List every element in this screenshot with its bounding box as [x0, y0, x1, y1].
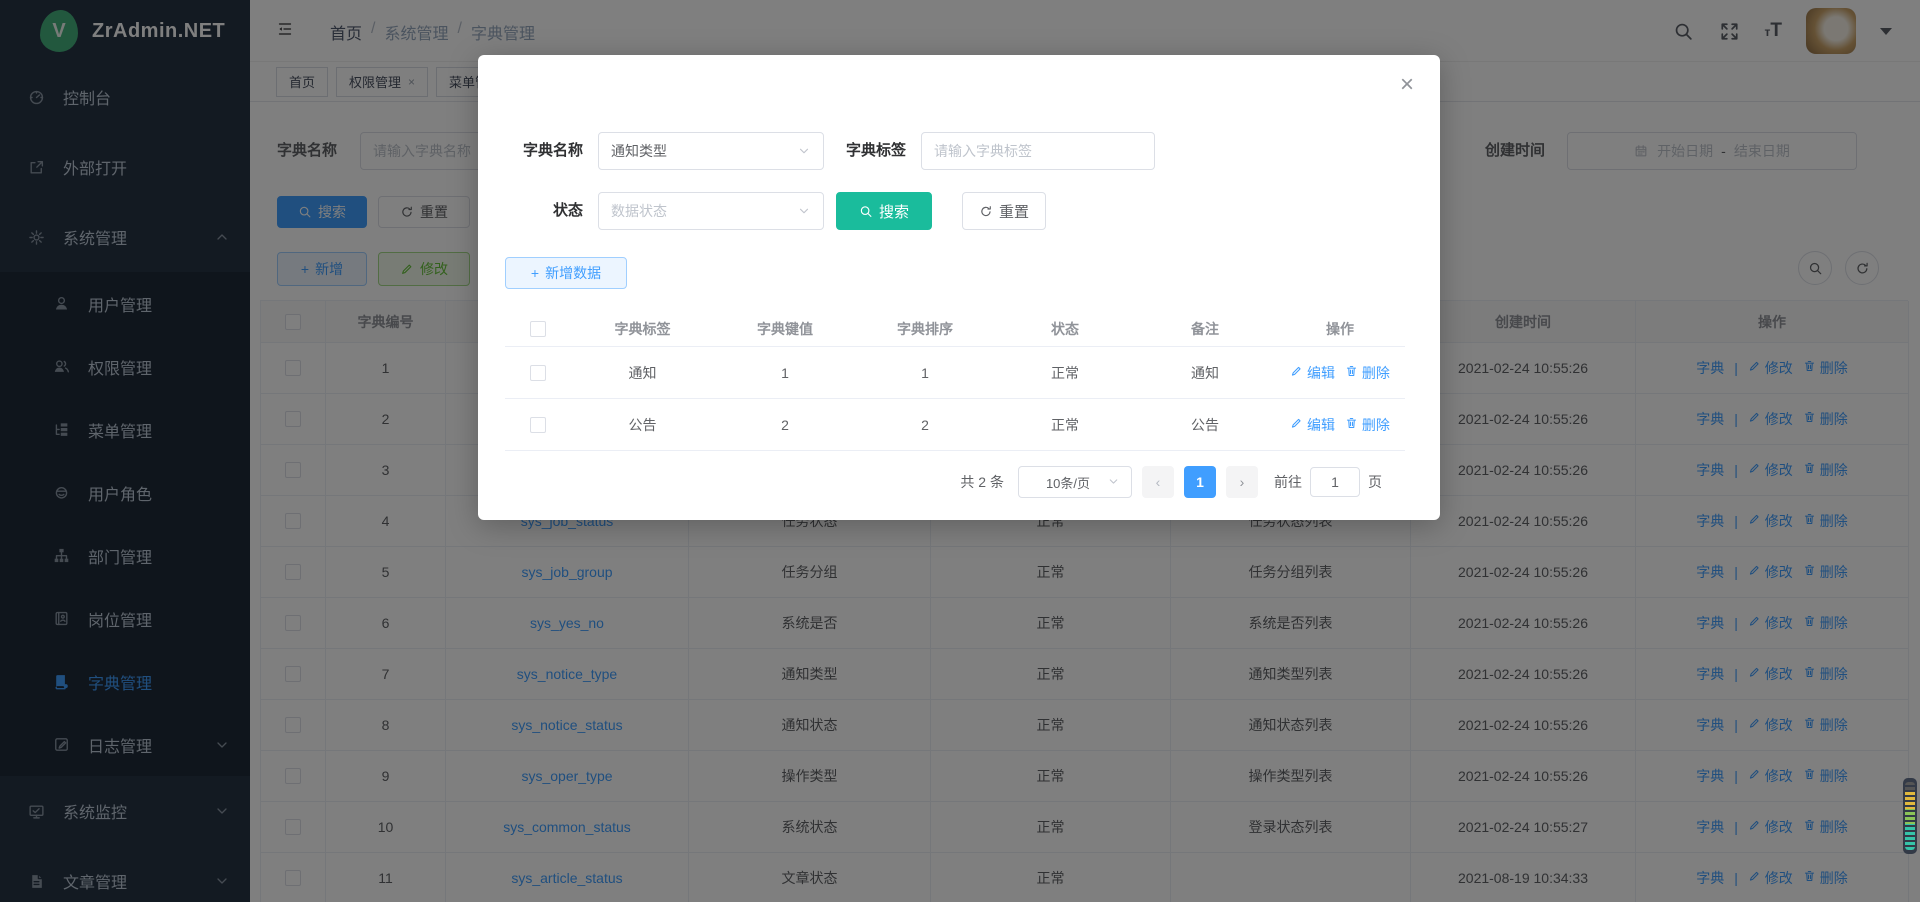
delete-link[interactable]: 删除	[1345, 363, 1390, 383]
search-icon	[859, 204, 873, 218]
modal-dict-name-value: 通知类型	[611, 141, 667, 161]
select-all-checkbox[interactable]	[530, 321, 546, 337]
dict-data-dialog: × 字典名称 通知类型 字典标签 状态 数据状态 搜索 重置 + 新增数据 字典…	[478, 55, 1440, 520]
goto-label: 前往	[1274, 472, 1302, 492]
cell-ops: 编辑 删除	[1275, 347, 1405, 399]
modal-header-cell-value: 字典键值	[715, 312, 855, 347]
modal-table-header-row: 字典标签字典键值字典排序状态备注操作	[505, 312, 1405, 347]
cell-data-sort: 1	[855, 347, 995, 399]
modal-status-select[interactable]: 数据状态	[598, 192, 824, 230]
row-actions: 编辑 删除	[1290, 415, 1390, 435]
app-root: V ZrAdmin.NET 控制台外部打开系统管理用户管理权限管理菜单管理用户角…	[0, 0, 1920, 902]
trash-icon	[1345, 416, 1358, 429]
cell-data-label: 公告	[570, 399, 715, 451]
cell-check	[505, 347, 570, 399]
goto-page-input[interactable]	[1310, 467, 1360, 497]
modal-header-cell-check	[505, 312, 570, 347]
page-unit-label: 页	[1368, 472, 1382, 492]
modal-header-cell-status: 状态	[995, 312, 1135, 347]
cell-data-value: 2	[715, 399, 855, 451]
dict-data-table: 字典标签字典键值字典排序状态备注操作通知11正常通知 编辑 删除公告22正常公告…	[505, 312, 1405, 451]
row-actions: 编辑 删除	[1290, 363, 1390, 383]
plus-icon: +	[531, 265, 539, 281]
cell-remark: 通知	[1135, 347, 1275, 399]
modal-reset-button[interactable]: 重置	[962, 192, 1046, 230]
cell-status: 正常	[995, 347, 1135, 399]
cell-data-label: 通知	[570, 347, 715, 399]
next-page-button[interactable]: ›	[1226, 466, 1258, 498]
cell-remark: 公告	[1135, 399, 1275, 451]
modal-header-cell-sort: 字典排序	[855, 312, 995, 347]
edit-link[interactable]: 编辑	[1290, 363, 1335, 383]
pencil-icon	[1290, 416, 1303, 429]
pagination-total: 共 2 条	[960, 472, 1004, 492]
cell-data-sort: 2	[855, 399, 995, 451]
modal-header-cell-ops: 操作	[1275, 312, 1405, 347]
modal-add-data-button[interactable]: + 新增数据	[505, 257, 627, 289]
modal-table-row: 通知11正常通知 编辑 删除	[505, 347, 1405, 399]
pencil-icon	[1290, 364, 1303, 377]
modal-search-button[interactable]: 搜索	[836, 192, 932, 230]
modal-header-cell-label: 字典标签	[570, 312, 715, 347]
modal-table-row: 公告22正常公告 编辑 删除	[505, 399, 1405, 451]
modal-status-placeholder: 数据状态	[611, 201, 667, 221]
row-checkbox[interactable]	[530, 417, 546, 433]
modal-header-cell-remark: 备注	[1135, 312, 1275, 347]
delete-link[interactable]: 删除	[1345, 415, 1390, 435]
cell-data-value: 1	[715, 347, 855, 399]
chevron-down-icon	[797, 204, 811, 218]
modal-dict-name-label: 字典名称	[493, 132, 583, 170]
scrollbar-thumb[interactable]	[1903, 778, 1917, 854]
cell-ops: 编辑 删除	[1275, 399, 1405, 451]
close-icon[interactable]: ×	[1400, 73, 1414, 97]
modal-status-label: 状态	[493, 192, 583, 230]
page-size-select[interactable]: 10条/页	[1018, 466, 1132, 498]
refresh-icon	[979, 204, 993, 218]
cell-check	[505, 399, 570, 451]
modal-dict-label-label: 字典标签	[826, 132, 906, 170]
row-checkbox[interactable]	[530, 365, 546, 381]
prev-page-button[interactable]: ‹	[1142, 466, 1174, 498]
modal-dict-name-select[interactable]: 通知类型	[598, 132, 824, 170]
scrollbar-stripes	[1905, 782, 1915, 850]
cell-status: 正常	[995, 399, 1135, 451]
modal-dict-label-input-field[interactable]	[934, 143, 1142, 159]
modal-dict-label-input[interactable]	[921, 132, 1155, 170]
pagination: 共 2 条 10条/页 ‹ 1 › 前往 页	[960, 466, 1382, 498]
chevron-down-icon	[797, 144, 811, 158]
current-page-button[interactable]: 1	[1184, 466, 1216, 498]
trash-icon	[1345, 364, 1358, 377]
edit-link[interactable]: 编辑	[1290, 415, 1335, 435]
chevron-down-icon	[1107, 475, 1121, 489]
